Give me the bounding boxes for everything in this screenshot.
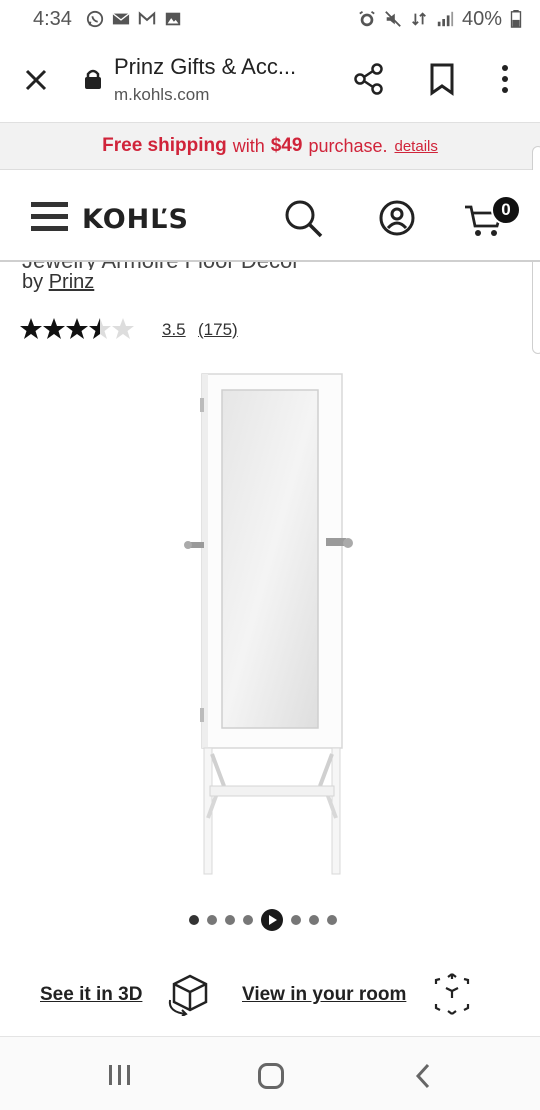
star-full-icon: [43, 318, 65, 339]
carousel-dot[interactable]: [243, 915, 253, 925]
star-empty-icon: [112, 318, 134, 339]
site-header: KOHĽS: [0, 170, 540, 262]
star-full-icon: [20, 318, 42, 339]
carousel-video-play-icon[interactable]: [261, 909, 283, 931]
page-title[interactable]: Prinz Gifts & Acc...: [114, 54, 296, 80]
back-icon[interactable]: [414, 1063, 432, 1089]
share-icon[interactable]: [352, 62, 386, 96]
star-rating[interactable]: [19, 317, 134, 341]
mail-icon: [112, 13, 130, 25]
browser-toolbar: Prinz Gifts & Acc... m.kohls.com: [0, 38, 540, 122]
see-in-3d-link[interactable]: See it in 3D: [40, 984, 142, 1006]
image-carousel-dots: [189, 909, 337, 931]
battery-percent: 40%: [461, 7, 502, 30]
view-in-your-room-link[interactable]: View in your room: [242, 984, 406, 1006]
carousel-dot[interactable]: [327, 915, 337, 925]
promo-amount: $49: [270, 135, 303, 156]
data-icon: [412, 12, 426, 26]
page-url[interactable]: m.kohls.com: [114, 85, 209, 105]
brand-link[interactable]: Prinz: [49, 271, 95, 293]
android-nav-bar: [0, 1036, 540, 1110]
image-icon: [165, 12, 181, 26]
promo-free-shipping: Free shipping: [102, 135, 227, 156]
product-image[interactable]: [180, 368, 360, 880]
3d-cube-icon[interactable]: [166, 972, 214, 1016]
mute-icon: [385, 11, 401, 27]
promo-purchase: purchase.: [308, 135, 388, 156]
search-icon[interactable]: [283, 198, 323, 238]
carousel-dot[interactable]: [189, 915, 199, 925]
product-title-clipped: Jewelry Armoire Floor Decor: [22, 262, 522, 270]
carousel-dot[interactable]: [207, 915, 217, 925]
home-icon[interactable]: [258, 1063, 284, 1089]
menu-icon[interactable]: [31, 202, 68, 234]
kohls-logo[interactable]: KOHĽS: [82, 204, 189, 235]
carousel-dot[interactable]: [309, 915, 319, 925]
promo-with: with: [232, 135, 265, 156]
recent-apps-icon[interactable]: [106, 1064, 134, 1086]
rating-value[interactable]: 3.5: [162, 320, 186, 340]
close-icon[interactable]: [22, 66, 50, 94]
product-title: Jewelry Armoire Floor Decor: [22, 262, 300, 270]
review-count[interactable]: (175): [198, 320, 238, 340]
status-time: 4:34: [33, 7, 72, 30]
product-byline: by Prinz: [22, 271, 94, 294]
cart-count-badge[interactable]: 0: [491, 195, 521, 225]
alarm-icon: [359, 11, 375, 27]
status-bar: 4:34 40%: [0, 0, 540, 38]
signal-icon: [437, 11, 454, 27]
carousel-dot[interactable]: [291, 915, 301, 925]
account-icon[interactable]: [379, 200, 415, 236]
battery-icon: [510, 10, 522, 28]
carousel-dot[interactable]: [225, 915, 235, 925]
gmail-icon: [138, 11, 156, 25]
bookmark-icon[interactable]: [428, 62, 456, 96]
ar-room-icon[interactable]: [432, 972, 472, 1016]
whatsapp-icon: [86, 10, 104, 28]
star-half-icon: [89, 318, 111, 339]
lock-icon: [85, 69, 101, 89]
promo-details-link[interactable]: details: [395, 138, 438, 155]
shipping-promo-banner: Free shipping with $49 purchase. details: [0, 122, 540, 170]
more-options-icon[interactable]: [496, 62, 514, 96]
by-label: by: [22, 271, 44, 293]
star-full-icon: [66, 318, 88, 339]
